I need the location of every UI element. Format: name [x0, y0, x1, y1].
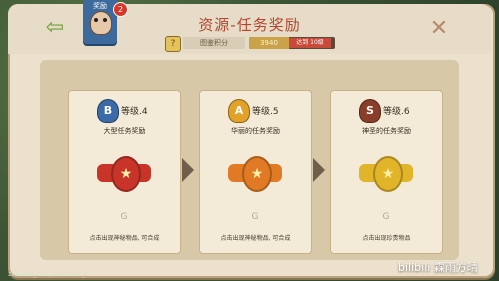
build-id-text: 21763660_1.0.0(21056c1010_1 — [8, 272, 88, 278]
card-description: 点击出现神秘物品, 可合成 — [220, 235, 291, 242]
card-description: 点击出现神秘物品, 可合成 — [89, 235, 160, 242]
card-description: 点击出现珍贵物品 — [362, 235, 411, 242]
progress-bar: 3940 达到 10级 — [249, 37, 335, 49]
collection-progress: ? 图鉴积分 3940 达到 10级 — [165, 36, 335, 52]
card-level: 等级.5 — [252, 107, 279, 117]
progress-label: 图鉴积分 — [183, 37, 245, 49]
card-level: 等级.6 — [383, 107, 410, 117]
progress-target-tag: 达到 10级 — [289, 38, 331, 48]
page-title: 资源-任务奖励 — [198, 16, 301, 34]
reward-card-b[interactable]: B 等级.4 大型任务奖励 ★ G 点击出现神秘物品, 可合成 — [68, 90, 181, 254]
red-medal-icon: ★ — [97, 154, 151, 194]
reward-card-s[interactable]: S 等级.6 神圣的任务奖励 ★ G 点击出现珍贵物品 — [330, 90, 443, 254]
watermark-text: bilibili 霖雨方晴 — [398, 261, 478, 274]
rewards-tab-label: 奖励 — [93, 2, 107, 10]
mystery-item-icon: G — [251, 212, 259, 222]
card-level: 等级.4 — [121, 107, 148, 117]
gold-medal-icon: ★ — [359, 154, 413, 194]
card-name: 华丽的任务奖励 — [231, 127, 280, 135]
mystery-item-icon: G — [120, 212, 128, 222]
rank-a-badge-icon: A — [228, 99, 250, 123]
rank-b-badge-icon: B — [97, 99, 119, 123]
orange-medal-icon: ★ — [228, 154, 282, 194]
collection-book-icon: ? — [165, 36, 181, 52]
card-name: 神圣的任务奖励 — [362, 127, 411, 135]
card-name: 大型任务奖励 — [103, 127, 146, 135]
rank-s-badge-icon: S — [359, 99, 381, 123]
next-arrow-icon — [182, 158, 194, 182]
progress-value: 3940 — [260, 39, 278, 47]
reward-card-a[interactable]: A 等级.5 华丽的任务奖励 ★ G 点击出现神秘物品, 可合成 — [199, 90, 312, 254]
mystery-item-icon: G — [382, 212, 390, 222]
next-arrow-icon — [313, 158, 325, 182]
